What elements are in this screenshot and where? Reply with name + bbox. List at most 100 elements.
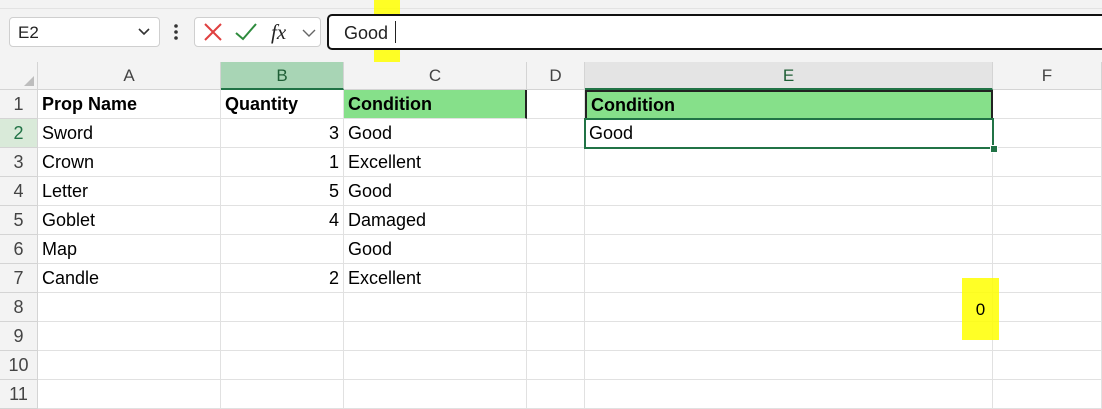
row-header-11[interactable]: 11 bbox=[0, 380, 38, 409]
cell[interactable] bbox=[527, 177, 585, 206]
cell[interactable] bbox=[993, 177, 1102, 206]
prop-name-cell[interactable]: Map bbox=[38, 235, 221, 264]
row-header-4[interactable]: 4 bbox=[0, 177, 38, 206]
column-header-f[interactable]: F bbox=[993, 62, 1102, 90]
quantity-cell[interactable]: 1 bbox=[221, 148, 344, 177]
row-header-2[interactable]: 2 bbox=[0, 119, 38, 148]
cell[interactable] bbox=[585, 235, 993, 264]
formula-buttons: fx bbox=[194, 17, 321, 47]
cell[interactable] bbox=[527, 206, 585, 235]
formula-bar: E2 fx Good bbox=[0, 0, 1102, 64]
cell[interactable] bbox=[993, 206, 1102, 235]
cell[interactable] bbox=[221, 380, 344, 409]
prop-name-cell[interactable]: Sword bbox=[38, 119, 221, 148]
cell[interactable] bbox=[38, 351, 221, 380]
header-quantity[interactable]: Quantity bbox=[221, 90, 344, 119]
cell[interactable] bbox=[344, 293, 527, 322]
cell[interactable] bbox=[527, 322, 585, 351]
row-header-5[interactable]: 5 bbox=[0, 206, 38, 235]
cell[interactable] bbox=[38, 322, 221, 351]
cell[interactable] bbox=[993, 119, 1102, 148]
row-header-7[interactable]: 7 bbox=[0, 264, 38, 293]
cell[interactable] bbox=[585, 264, 993, 293]
select-all-button[interactable] bbox=[0, 62, 38, 90]
row-header-8[interactable]: 8 bbox=[0, 293, 38, 322]
prop-name-cell[interactable]: Candle bbox=[38, 264, 221, 293]
name-box-value[interactable]: E2 bbox=[18, 23, 39, 43]
formula-input[interactable]: Good bbox=[327, 14, 1102, 50]
condition-cell[interactable]: Excellent bbox=[344, 264, 527, 293]
prop-name-cell[interactable]: Crown bbox=[38, 148, 221, 177]
quantity-cell[interactable]: 3 bbox=[221, 119, 344, 148]
chevron-down-icon[interactable] bbox=[301, 18, 317, 46]
condition-cell[interactable]: Excellent bbox=[344, 148, 527, 177]
cell[interactable] bbox=[585, 351, 993, 380]
column-header-a[interactable]: A bbox=[38, 62, 221, 90]
header-condition[interactable]: Condition bbox=[344, 90, 527, 119]
quantity-cell[interactable]: 2 bbox=[221, 264, 344, 293]
cell[interactable] bbox=[585, 380, 993, 409]
column-header-e[interactable]: E bbox=[585, 62, 993, 90]
cell[interactable] bbox=[993, 351, 1102, 380]
formula-value[interactable]: Good bbox=[344, 23, 388, 44]
cell[interactable] bbox=[527, 380, 585, 409]
chevron-down-icon[interactable] bbox=[137, 27, 151, 37]
quantity-cell[interactable]: 5 bbox=[221, 177, 344, 206]
cell[interactable] bbox=[585, 148, 993, 177]
condition-cell[interactable]: Good bbox=[344, 235, 527, 264]
cell[interactable] bbox=[527, 90, 585, 119]
header-prop-name[interactable]: Prop Name bbox=[38, 90, 221, 119]
column-header-b[interactable]: B bbox=[221, 62, 344, 90]
row-header-1[interactable]: 1 bbox=[0, 90, 38, 119]
cell[interactable] bbox=[221, 351, 344, 380]
cell[interactable] bbox=[585, 177, 993, 206]
cell[interactable] bbox=[993, 148, 1102, 177]
cell[interactable] bbox=[527, 293, 585, 322]
column-header-c[interactable]: C bbox=[344, 62, 527, 90]
insert-function-button[interactable]: fx bbox=[271, 18, 297, 46]
cell[interactable] bbox=[527, 235, 585, 264]
cell[interactable] bbox=[344, 322, 527, 351]
cell[interactable] bbox=[993, 90, 1102, 119]
prop-name-cell[interactable]: Letter bbox=[38, 177, 221, 206]
cell[interactable] bbox=[585, 322, 993, 351]
cell[interactable] bbox=[993, 293, 1102, 322]
cell[interactable] bbox=[38, 293, 221, 322]
spreadsheet-grid[interactable]: A B C D E F 1 2 3 4 5 6 7 8 9 10 11 Prop Name Quantity Cond… bbox=[0, 62, 1102, 409]
column-header-d[interactable]: D bbox=[527, 62, 585, 90]
cell[interactable] bbox=[993, 235, 1102, 264]
row-header-3[interactable]: 3 bbox=[0, 148, 38, 177]
row-header-10[interactable]: 10 bbox=[0, 351, 38, 380]
criteria-header[interactable]: Condition bbox=[585, 90, 993, 119]
condition-cell[interactable]: Good bbox=[344, 119, 527, 148]
cell[interactable] bbox=[585, 206, 993, 235]
cell[interactable] bbox=[527, 351, 585, 380]
cell[interactable] bbox=[993, 380, 1102, 409]
text-caret bbox=[395, 21, 396, 43]
row-header-6[interactable]: 6 bbox=[0, 235, 38, 264]
quantity-cell[interactable] bbox=[221, 235, 344, 264]
fill-handle[interactable] bbox=[990, 145, 998, 153]
name-box[interactable]: E2 bbox=[9, 17, 160, 47]
cell[interactable] bbox=[527, 148, 585, 177]
quantity-cell[interactable]: 4 bbox=[221, 206, 344, 235]
check-icon[interactable] bbox=[233, 18, 259, 46]
cell[interactable] bbox=[38, 380, 221, 409]
cell[interactable] bbox=[221, 293, 344, 322]
cell[interactable] bbox=[221, 322, 344, 351]
condition-cell[interactable]: Damaged bbox=[344, 206, 527, 235]
cell[interactable] bbox=[993, 264, 1102, 293]
row-header-9[interactable]: 9 bbox=[0, 322, 38, 351]
condition-cell[interactable]: Good bbox=[344, 177, 527, 206]
cell[interactable] bbox=[585, 293, 993, 322]
cell[interactable] bbox=[993, 322, 1102, 351]
close-icon[interactable] bbox=[201, 18, 225, 46]
cell[interactable] bbox=[527, 264, 585, 293]
more-options-icon[interactable] bbox=[170, 20, 182, 44]
cell[interactable] bbox=[344, 351, 527, 380]
cell[interactable] bbox=[344, 380, 527, 409]
cell[interactable] bbox=[527, 119, 585, 148]
active-cell-selection bbox=[584, 118, 994, 149]
result-value[interactable]: 0 bbox=[962, 300, 999, 324]
prop-name-cell[interactable]: Goblet bbox=[38, 206, 221, 235]
